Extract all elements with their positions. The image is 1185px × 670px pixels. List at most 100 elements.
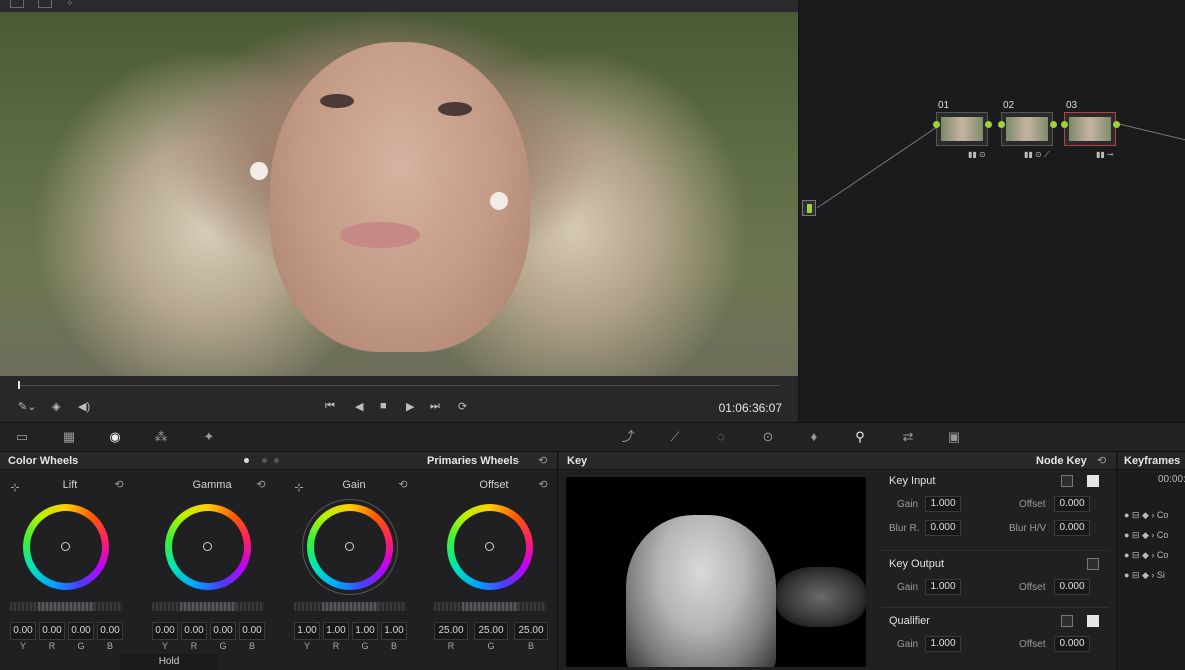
gain-y-value[interactable]: 1.00 <box>294 622 320 640</box>
key-input-gain-field[interactable]: 1.000 <box>925 496 961 512</box>
key-output-toggle[interactable] <box>1087 558 1099 570</box>
pen-tool-icon[interactable]: ✎⌄ <box>18 400 36 413</box>
blur-icon[interactable]: ♦ <box>806 430 822 444</box>
lift-wheel-handle[interactable] <box>61 542 70 551</box>
color-match-icon[interactable]: ▦ <box>61 430 77 444</box>
reset-icon[interactable]: ⟲ <box>536 478 550 492</box>
volume-icon[interactable]: ◀) <box>78 400 90 413</box>
gamma-master-slider[interactable] <box>152 602 264 611</box>
reset-icon[interactable]: ⟲ <box>112 478 126 492</box>
node-03-label: 03 <box>1066 100 1078 111</box>
lift-g-value[interactable]: 0.00 <box>68 622 94 640</box>
key-input-toggle[interactable] <box>1061 475 1073 487</box>
key-input-offset-field[interactable]: 0.000 <box>1054 496 1090 512</box>
page-dot[interactable] <box>274 458 279 463</box>
gamma-g-value[interactable]: 0.00 <box>210 622 236 640</box>
skip-to-start-icon[interactable]: ⏮ <box>325 400 335 413</box>
qualifier-gain-field[interactable]: 1.000 <box>925 636 961 652</box>
key-icon[interactable]: ⚲ <box>852 430 868 444</box>
camera-raw-icon[interactable]: ▭ <box>14 430 30 444</box>
gamma-b-value[interactable]: 0.00 <box>239 622 265 640</box>
keyframe-track[interactable]: ● ⊟ ◆ › Co <box>1124 550 1168 562</box>
node-input-dot[interactable] <box>933 121 940 128</box>
key-output-gain-field[interactable]: 1.000 <box>925 579 961 595</box>
motion-effects-icon[interactable]: ✦ <box>201 430 217 444</box>
gamma-y-value[interactable]: 0.00 <box>152 622 178 640</box>
node-02[interactable] <box>1001 112 1053 146</box>
gain-r-value[interactable]: 1.00 <box>323 622 349 640</box>
step-back-icon[interactable]: ◀ <box>355 400 363 413</box>
key-output-offset-field[interactable]: 0.000 <box>1054 579 1090 595</box>
reset-icon[interactable]: ⟲ <box>254 478 268 492</box>
matte-silhouette <box>626 515 776 667</box>
lift-r-value[interactable]: 0.00 <box>39 622 65 640</box>
channel-label: Y <box>19 641 26 651</box>
curves-icon[interactable]: ⤴ <box>620 430 636 444</box>
skip-to-end-icon[interactable]: ⏭ <box>430 400 440 413</box>
qualifier-invert[interactable] <box>1087 615 1099 627</box>
gamma-wheel-handle[interactable] <box>203 542 212 551</box>
gain-wheel-handle[interactable] <box>345 542 354 551</box>
highlight-icon[interactable]: ✧ <box>66 0 80 8</box>
node-03[interactable] <box>1064 112 1116 146</box>
keyframe-track[interactable]: ● ⊟ ◆ › Si <box>1124 570 1165 582</box>
gain-g-value[interactable]: 1.00 <box>352 622 378 640</box>
node-01-indicators: ▮▮ ⊙ <box>968 150 986 159</box>
key-input-invert[interactable] <box>1087 475 1099 487</box>
gallery-icon[interactable] <box>38 0 52 8</box>
node-output-dot[interactable] <box>985 121 992 128</box>
loop-icon[interactable]: ⟳ <box>458 400 467 413</box>
color-wheels-icon[interactable]: ◉ <box>107 430 123 444</box>
wheels-mode-select[interactable]: Primaries Wheels <box>427 455 519 467</box>
channel-label: B <box>390 641 397 651</box>
reset-icon[interactable]: ⟲ <box>1097 454 1106 467</box>
rgb-mixer-icon[interactable]: ⁂ <box>153 430 169 444</box>
keyframe-track[interactable]: ● ⊟ ◆ › Co <box>1124 530 1168 542</box>
timeline-scrubber[interactable] <box>18 385 780 386</box>
page-dot-active[interactable] <box>244 458 249 463</box>
sizing-icon[interactable]: ⇄ <box>900 430 916 444</box>
lift-master-slider[interactable] <box>10 602 122 611</box>
video-viewer[interactable] <box>0 12 798 376</box>
offset-master-slider[interactable] <box>434 602 546 611</box>
gain-b-value[interactable]: 1.00 <box>381 622 407 640</box>
3d-icon[interactable]: ▣ <box>946 430 962 444</box>
reset-all-icon[interactable]: ⟲ <box>538 454 547 467</box>
viewer-mode-icon[interactable] <box>10 0 24 8</box>
gamma-r-value[interactable]: 0.00 <box>181 622 207 640</box>
keyframe-track[interactable]: ● ⊟ ◆ › Co <box>1124 510 1168 522</box>
window-icon[interactable]: ◌ <box>713 430 729 444</box>
reset-icon[interactable]: ⟲ <box>396 478 410 492</box>
layers-icon[interactable]: ◈ <box>52 400 60 413</box>
qualifier-toggle[interactable] <box>1061 615 1073 627</box>
lift-b-value[interactable]: 0.00 <box>97 622 123 640</box>
tracker-icon[interactable]: ⊙ <box>760 430 776 444</box>
play-icon[interactable]: ▶ <box>406 400 414 413</box>
node-02-label: 02 <box>1003 100 1015 111</box>
lift-y-value[interactable]: 0.00 <box>10 622 36 640</box>
node-01[interactable] <box>936 112 988 146</box>
node-input-dot[interactable] <box>998 121 1005 128</box>
offset-wheel-handle[interactable] <box>485 542 494 551</box>
node-graph[interactable] <box>798 0 1185 422</box>
key-input-blur-hv-field[interactable]: 0.000 <box>1054 520 1090 536</box>
offset-r-value[interactable]: 25.00 <box>434 622 468 640</box>
offset-g-value[interactable]: 25.00 <box>474 622 508 640</box>
playhead[interactable] <box>18 381 20 389</box>
source-input-node[interactable] <box>802 200 816 216</box>
offset-b-value[interactable]: 25.00 <box>514 622 548 640</box>
chevron-down-icon[interactable]: ⌄ <box>514 455 522 466</box>
node-input-dot[interactable] <box>1061 121 1068 128</box>
stop-icon[interactable]: ■ <box>380 400 387 412</box>
transport-bar: ✎⌄ ◈ ◀) ⏮ ◀ ■ ▶ ⏭ ⟳ 01:06:36:07 <box>0 376 798 422</box>
node-output-dot[interactable] <box>1050 121 1057 128</box>
key-input-blur-r-field[interactable]: 0.000 <box>925 520 961 536</box>
qualifier-icon[interactable]: ⟋ <box>667 430 683 444</box>
node-output-dot[interactable] <box>1113 121 1120 128</box>
keyframe-track-label: Co <box>1156 510 1169 520</box>
key-mode-select[interactable]: Node Key <box>1036 455 1087 467</box>
qualifier-offset-field[interactable]: 0.000 <box>1054 636 1090 652</box>
gain-master-slider[interactable] <box>294 602 406 611</box>
page-dot[interactable] <box>262 458 267 463</box>
node-02-indicators: ▮▮ ⊙ ⟋ <box>1024 150 1050 159</box>
